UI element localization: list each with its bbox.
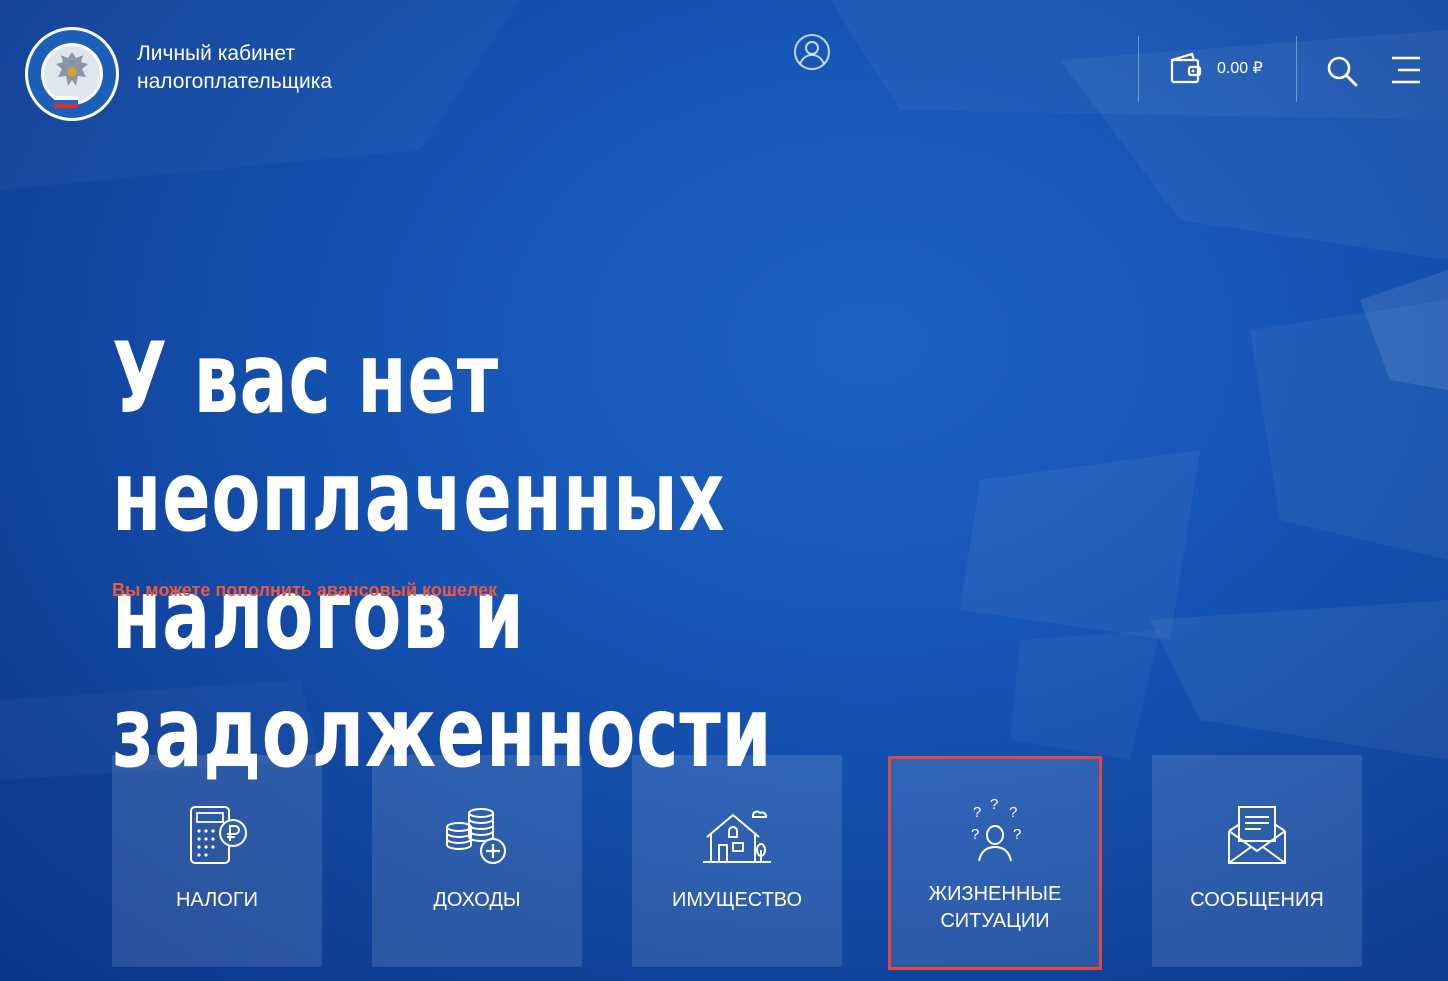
tile-label: ЖИЗНЕННЫЕ СИТУАЦИИ (928, 883, 1062, 932)
svg-text:?: ? (1009, 804, 1017, 821)
tile-taxes[interactable]: НАЛОГИ (112, 755, 322, 967)
search-icon[interactable] (1325, 54, 1359, 88)
svg-text:?: ? (990, 796, 998, 813)
svg-text:?: ? (973, 804, 981, 821)
hamburger-menu-icon[interactable] (1389, 54, 1423, 86)
header-divider (1138, 36, 1139, 102)
app-title: Личный кабинет налогоплательщика (137, 42, 333, 93)
svg-text:?: ? (1013, 826, 1021, 843)
tile-label: НАЛОГИ (175, 889, 259, 911)
wallet-button[interactable]: 0.00 ₽ (1168, 50, 1263, 86)
wallet-balance: 0.00 ₽ (1217, 60, 1263, 77)
svg-text:?: ? (971, 826, 979, 843)
status-headline: У вас нет неоплаченных налогов и задолже… (112, 322, 773, 790)
tile-income[interactable]: ДОХОДЫ (372, 755, 582, 967)
wallet-icon (1170, 52, 1202, 84)
tile-messages[interactable]: СООБЩЕНИЯ (1152, 755, 1362, 967)
tile-label: СООБЩЕНИЯ (1190, 889, 1324, 911)
coins-plus-icon (446, 808, 506, 864)
header-divider (1296, 36, 1297, 102)
person-questions-icon: ? ? ? ? ? (971, 796, 1021, 862)
tile-property[interactable]: ИМУЩЕСТВО (632, 755, 842, 967)
profile-icon[interactable] (792, 32, 832, 72)
fns-emblem-icon (25, 27, 119, 121)
tile-life-situations[interactable]: ? ? ? ? ? ЖИЗНЕННЫЕ СИТУАЦИИ (888, 756, 1102, 970)
envelope-letter-icon (1228, 806, 1286, 864)
tile-label: ИМУЩЕСТВО (671, 889, 803, 911)
topup-wallet-link[interactable]: Вы можете пополнить авансовый кошелек (112, 580, 497, 601)
fns-logo[interactable] (24, 26, 120, 122)
calculator-ruble-icon (190, 806, 247, 864)
house-icon (703, 810, 771, 863)
tile-label: ДОХОДЫ (433, 889, 521, 911)
